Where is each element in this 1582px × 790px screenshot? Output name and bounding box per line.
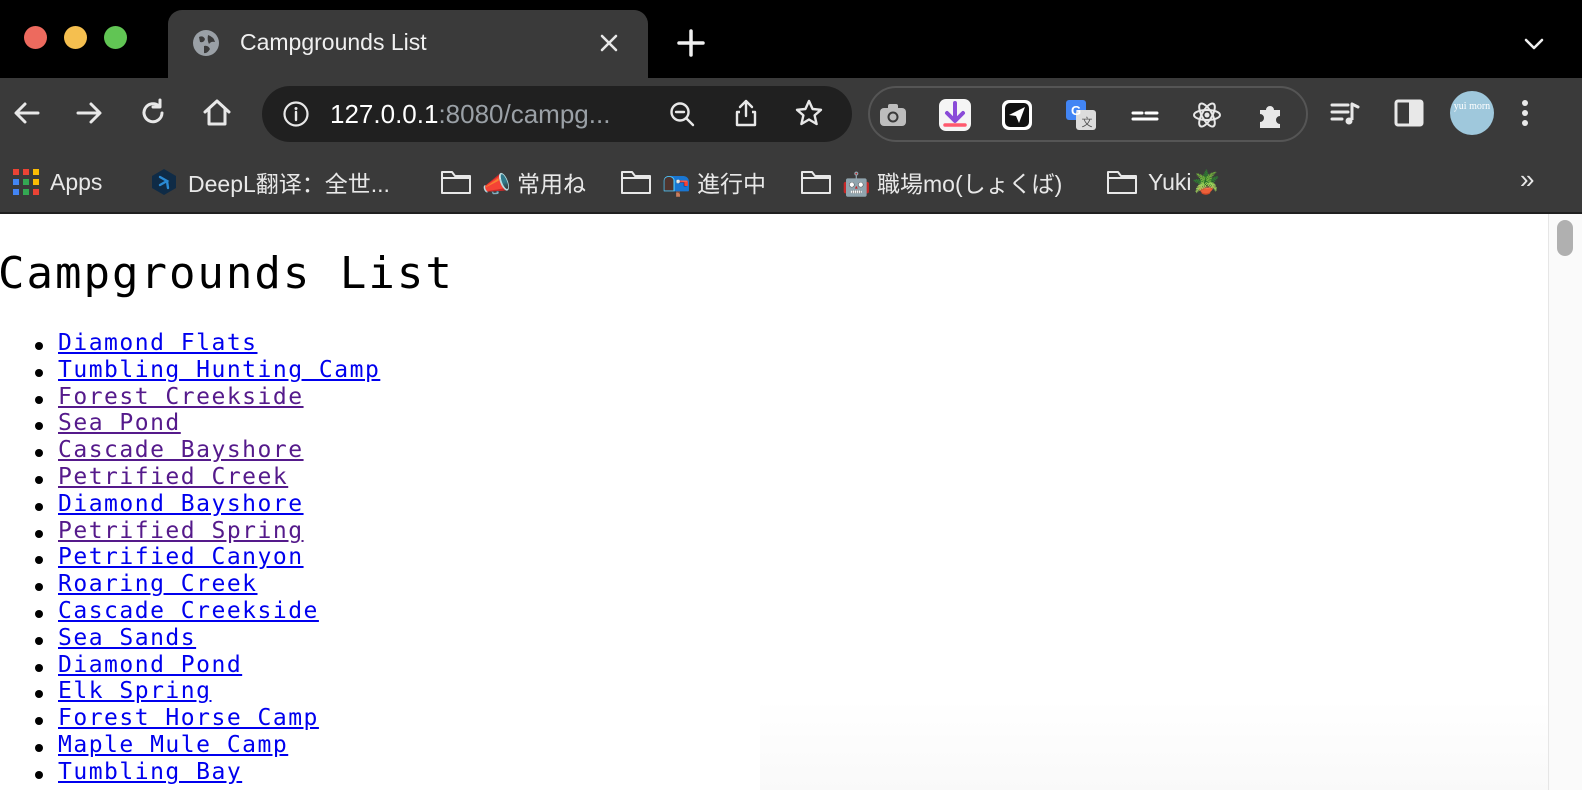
google-translate-icon[interactable]: G 文 (1064, 98, 1098, 132)
url-host: 127.0.0.1 (330, 99, 439, 129)
page-title: Campgrounds List (0, 248, 454, 299)
bookmark-star-icon[interactable] (794, 98, 824, 128)
side-panel-icon[interactable] (1392, 96, 1426, 130)
list-item: Elk Spring (34, 678, 380, 705)
vertical-scrollbar[interactable] (1548, 214, 1582, 790)
list-item: Cascade Creekside (34, 598, 380, 625)
list-item: Tumbling Hunting Camp (34, 357, 380, 384)
globe-icon (193, 30, 219, 56)
list-item: Petrified Spring (34, 518, 380, 545)
media-playlist-icon[interactable] (1328, 96, 1362, 130)
bookmark-deepl[interactable]: DeepL翻译：全世... (150, 162, 390, 202)
campground-link[interactable]: Cascade Creekside (58, 598, 319, 624)
campground-link[interactable]: Diamond Bayshore (58, 491, 304, 517)
profile-avatar[interactable]: yui morn (1450, 91, 1494, 135)
site-info-icon[interactable] (282, 100, 310, 128)
url-path: :8080/campg... (438, 99, 611, 129)
campground-link[interactable]: Petrified Spring (58, 518, 304, 544)
bookmark-label: 📣 常用ね (482, 171, 587, 197)
list-item: Maple Mule Camp (34, 732, 380, 759)
forward-icon[interactable] (72, 96, 106, 130)
list-item: Diamond Bayshore (34, 491, 380, 518)
folder-icon (801, 171, 831, 194)
campground-link[interactable]: Cascade Bayshore (58, 437, 304, 463)
campground-link[interactable]: Elk Spring (58, 678, 211, 704)
bookmark-apps[interactable]: Apps (12, 162, 102, 202)
campground-link[interactable]: Forest Horse Camp (58, 705, 319, 731)
list-item: Petrified Canyon (34, 544, 380, 571)
svg-text:G: G (1071, 103, 1081, 118)
list-item: Forest Creekside (34, 384, 380, 411)
bookmark-label: 🤖 職場mo(しょくば) (842, 171, 1063, 197)
extensions-puzzle-icon[interactable] (1254, 98, 1288, 132)
share-icon[interactable] (732, 98, 760, 128)
new-tab-icon[interactable] (676, 28, 706, 58)
close-icon[interactable] (596, 30, 622, 56)
bookmark-label: Yuki🪴 (1148, 168, 1221, 195)
list-item: Petrified Creek (34, 464, 380, 491)
dash-extension-icon[interactable] (1128, 98, 1162, 132)
scrollbar-thumb[interactable] (1557, 220, 1573, 256)
zoom-out-icon[interactable] (668, 100, 696, 128)
campground-link[interactable]: Forest Creekside (58, 384, 304, 410)
page-viewport: Campgrounds List Diamond Flats Tumbling H… (0, 214, 1548, 790)
list-item: Tumbling Bay (34, 759, 380, 786)
campground-link[interactable]: Petrified Creek (58, 464, 288, 490)
address-bar[interactable]: 127.0.0.1:8080/campg... (262, 86, 852, 142)
campground-link[interactable]: Sea Sands (58, 625, 196, 651)
campground-link[interactable]: Roaring Creek (58, 571, 258, 597)
window-minimize-button[interactable] (64, 26, 87, 49)
window-close-button[interactable] (24, 26, 47, 49)
folder-icon (621, 171, 651, 194)
list-item: Roaring Creek (34, 571, 380, 598)
url-text[interactable]: 127.0.0.1:8080/campg... (330, 99, 610, 130)
browser-toolbar: 127.0.0.1:8080/campg... G 文 yui morn (0, 78, 1582, 150)
download-extension-icon[interactable] (938, 98, 972, 132)
campground-link[interactable]: Tumbling Hunting Camp (58, 357, 380, 383)
bookmark-folder-yuki[interactable]: Yuki🪴 (1106, 162, 1220, 202)
bookmark-folder-frequent[interactable]: 📣 常用ね (440, 162, 586, 202)
bookmark-folder-in-progress[interactable]: 📭 進行中 (620, 162, 766, 202)
list-item: Diamond Pond (34, 652, 380, 679)
active-tab[interactable]: Campgrounds List (168, 10, 648, 78)
reload-icon[interactable] (136, 96, 170, 130)
apps-grid-icon (13, 169, 39, 195)
campground-link[interactable]: Tumbling Bay (58, 759, 242, 785)
list-item: Forest Horse Camp (34, 705, 380, 732)
deepl-icon (152, 169, 176, 195)
campground-link[interactable]: Diamond Pond (58, 652, 242, 678)
campground-link[interactable]: Diamond Flats (58, 330, 258, 356)
back-icon[interactable] (10, 96, 44, 130)
tab-title: Campgrounds List (240, 29, 427, 55)
bookmark-label: DeepL翻译：全世... (188, 171, 390, 197)
campground-link[interactable]: Petrified Canyon (58, 544, 304, 570)
react-devtools-icon[interactable] (1190, 98, 1224, 132)
list-item: Sea Sands (34, 625, 380, 652)
list-item: Cascade Bayshore (34, 437, 380, 464)
bookmarks-overflow-chevron-icon[interactable]: » (1520, 164, 1534, 195)
folder-icon (1107, 171, 1137, 194)
tab-strip: Campgrounds List (0, 0, 1582, 78)
camera-icon[interactable] (876, 98, 910, 132)
menu-kebab-icon[interactable] (1518, 96, 1532, 130)
bookmark-label: 📭 進行中 (662, 171, 767, 197)
bookmarks-bar: Apps DeepL翻译：全世... 📣 常用ね 📭 進行中 🤖 職場mo(しょ… (0, 150, 1582, 214)
bookmark-folder-workplace[interactable]: 🤖 職場mo(しょくば) (800, 162, 1062, 202)
chevron-down-icon[interactable] (1522, 32, 1546, 56)
svg-text:文: 文 (1082, 115, 1093, 129)
campground-list: Diamond Flats Tumbling Hunting Camp Forest… (34, 330, 380, 786)
send-extension-icon[interactable] (1000, 98, 1034, 132)
folder-icon (441, 171, 471, 194)
home-icon[interactable] (200, 96, 234, 130)
campground-link[interactable]: Sea Pond (58, 410, 181, 436)
campground-link[interactable]: Maple Mule Camp (58, 732, 288, 758)
bookmark-label: Apps (50, 168, 103, 195)
window-zoom-button[interactable] (104, 26, 127, 49)
extensions-area: G 文 (868, 86, 1308, 142)
list-item: Diamond Flats (34, 330, 380, 357)
list-item: Sea Pond (34, 410, 380, 437)
